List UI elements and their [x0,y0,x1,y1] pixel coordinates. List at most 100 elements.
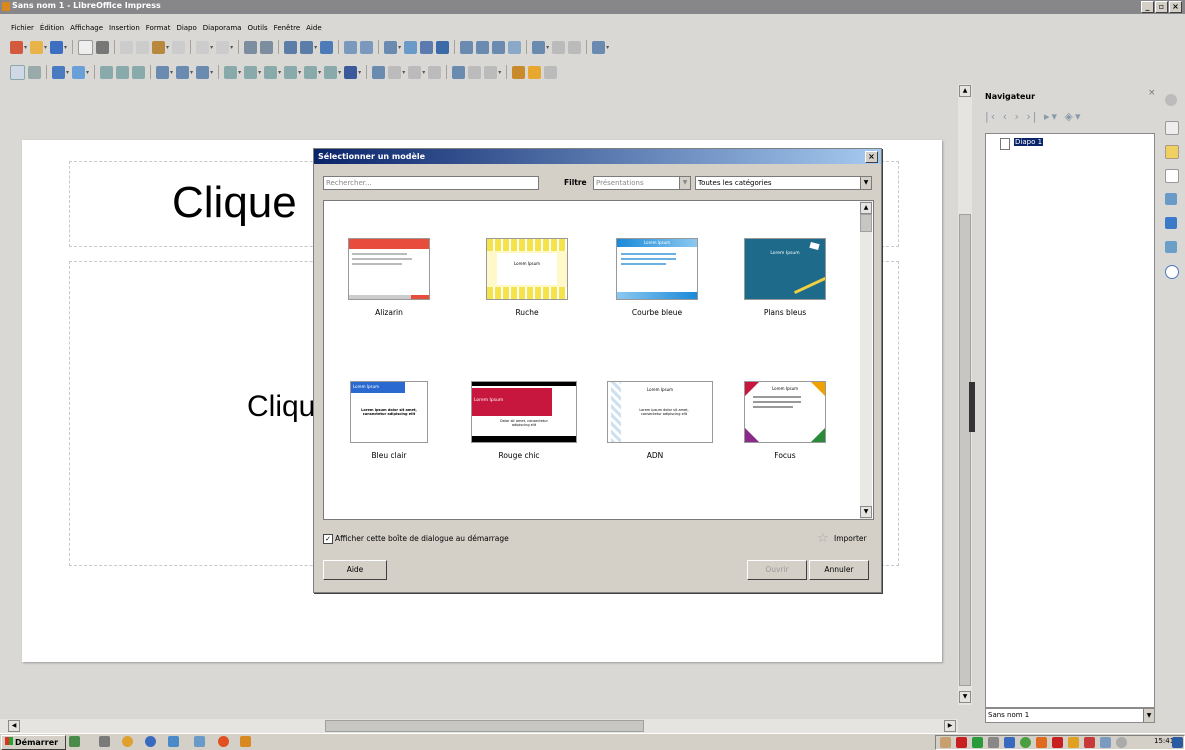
gallery-scroll-thumb[interactable] [860,214,872,232]
flowchart-icon[interactable] [284,65,298,79]
callouts-icon[interactable] [304,65,318,79]
fill-color-icon[interactable] [72,65,86,79]
template-bleu-clair[interactable]: Lorem Ipsum Lorem ipsum dolor sit amet, … [341,381,437,460]
slide-layout-icon[interactable] [592,40,606,54]
display-views-icon[interactable] [300,40,314,54]
menu-fenetre[interactable]: Fenêtre [274,24,300,32]
tray-9-icon[interactable] [1100,737,1111,748]
chevron-down-icon[interactable]: ▼ [1143,709,1154,722]
scroll-up-icon[interactable]: ▲ [959,85,971,97]
minimize-button[interactable]: _ [1141,1,1154,13]
points-icon[interactable] [512,65,526,79]
tray-desktop-icon[interactable] [1172,737,1183,748]
dialog-close-button[interactable]: × [865,151,878,163]
menu-format[interactable]: Format [146,24,171,32]
tray-network-icon[interactable] [1004,737,1015,748]
zoom-icon[interactable] [28,65,41,79]
template-plans-bleus[interactable]: Lorem Ipsum Plans bleus [737,238,833,317]
cancel-button[interactable]: Annuler [809,560,869,580]
navigator-document-select[interactable]: Sans nom 1 ▼ [985,708,1155,723]
block-arrows-icon[interactable] [264,65,278,79]
chevron-down-icon[interactable]: ▼ [679,177,690,189]
cut-icon[interactable] [120,40,134,54]
properties-icon[interactable] [1165,121,1179,135]
import-button[interactable]: Importer [834,534,867,543]
search-input[interactable]: Rechercher... [323,176,539,190]
category-select[interactable]: Toutes les catégories ▼ [695,176,872,190]
slide-transition-icon[interactable] [1165,193,1177,205]
glue-points-icon[interactable] [528,65,542,79]
ellipse-icon[interactable] [132,65,146,79]
copy-icon[interactable] [136,40,150,54]
connector-icon[interactable] [196,65,210,79]
template-ruche[interactable]: Lorem Ipsum Ruche [479,238,575,317]
tray-5-icon[interactable] [1036,737,1047,748]
impress-taskbar-icon[interactable] [240,736,251,747]
fontwork-icon[interactable] [476,40,490,54]
delete-slide-icon[interactable] [568,40,582,54]
find-replace-icon[interactable] [244,40,258,54]
start-current-slide-icon[interactable] [360,40,374,54]
navigator-icon[interactable] [1165,265,1179,279]
navigator-close-icon[interactable]: × [1148,88,1156,98]
horizontal-scroll-thumb[interactable] [325,720,644,732]
scroll-left-icon[interactable]: ◀ [8,720,20,732]
help-button[interactable]: Aide [323,560,387,580]
basic-shapes-icon[interactable] [224,65,238,79]
export-pdf-icon[interactable] [78,39,94,55]
browser-icon[interactable] [145,736,156,747]
sidebar-settings-icon[interactable] [1165,94,1177,106]
show-draw-functions-icon[interactable] [508,40,522,54]
menu-outils[interactable]: Outils [247,24,267,32]
chevron-down-icon[interactable]: ▼ [860,177,871,189]
stars-icon[interactable] [324,65,338,79]
sidebar-collapse-handle[interactable] [969,382,975,432]
toggle-extrusion-icon[interactable] [544,65,558,79]
rectangle-icon[interactable] [116,65,130,79]
save-icon[interactable] [50,40,64,54]
media-icon[interactable] [218,736,229,747]
undo-icon[interactable] [196,40,210,54]
animation-icon[interactable] [1165,169,1179,183]
writer-icon[interactable] [168,736,179,747]
menu-aide[interactable]: Aide [306,24,321,32]
start-button[interactable]: Démarrer [1,735,66,750]
template-focus[interactable]: Lorem Ipsum Focus [737,381,833,460]
star-icon[interactable]: ☆ [817,531,829,546]
arrange-icon[interactable] [408,65,422,79]
navigator-nav-controls[interactable]: |‹ ‹ › ›| ▸▾ ◈▾ [985,110,1083,123]
menu-fichier[interactable]: Fichier [11,24,34,32]
redo-icon[interactable] [216,40,230,54]
3d-objects-icon[interactable] [344,65,358,79]
menu-edition[interactable]: Édition [40,24,64,32]
media-icon[interactable] [420,40,434,54]
scroll-up-icon[interactable]: ▲ [860,202,872,214]
close-window-button[interactable]: × [1169,1,1182,13]
filter-icon[interactable] [484,65,498,79]
image-icon[interactable] [404,40,418,54]
template-gallery[interactable]: Alizarin Lorem Ipsum Ruche Lorem Ipsum C… [323,200,874,520]
select-icon[interactable] [10,64,25,80]
symbol-shapes-icon[interactable] [244,65,258,79]
menu-insertion[interactable]: Insertion [109,24,140,32]
scroll-down-icon[interactable]: ▼ [959,691,971,703]
tray-7-icon[interactable] [1068,737,1079,748]
gallery-icon[interactable] [1165,241,1177,253]
scroll-down-icon[interactable]: ▼ [860,506,872,518]
shadow-icon[interactable] [452,65,466,79]
menu-diapo[interactable]: Diapo [176,24,196,32]
align-icon[interactable] [388,65,402,79]
clone-formatting-icon[interactable] [172,40,186,54]
start-first-slide-icon[interactable] [344,40,358,54]
master-slides-icon[interactable] [1165,145,1179,159]
menu-affichage[interactable]: Affichage [70,24,103,32]
table-icon[interactable] [384,40,398,54]
tray-1-icon[interactable] [940,737,951,748]
spelling-icon[interactable] [260,40,274,54]
filter-select[interactable]: Présentations ▼ [593,176,691,190]
line-icon[interactable] [100,65,114,79]
restore-button[interactable]: ▫ [1155,1,1168,13]
rotate-icon[interactable] [372,65,386,79]
print-icon[interactable] [96,40,110,54]
line-color-icon[interactable] [52,65,65,79]
